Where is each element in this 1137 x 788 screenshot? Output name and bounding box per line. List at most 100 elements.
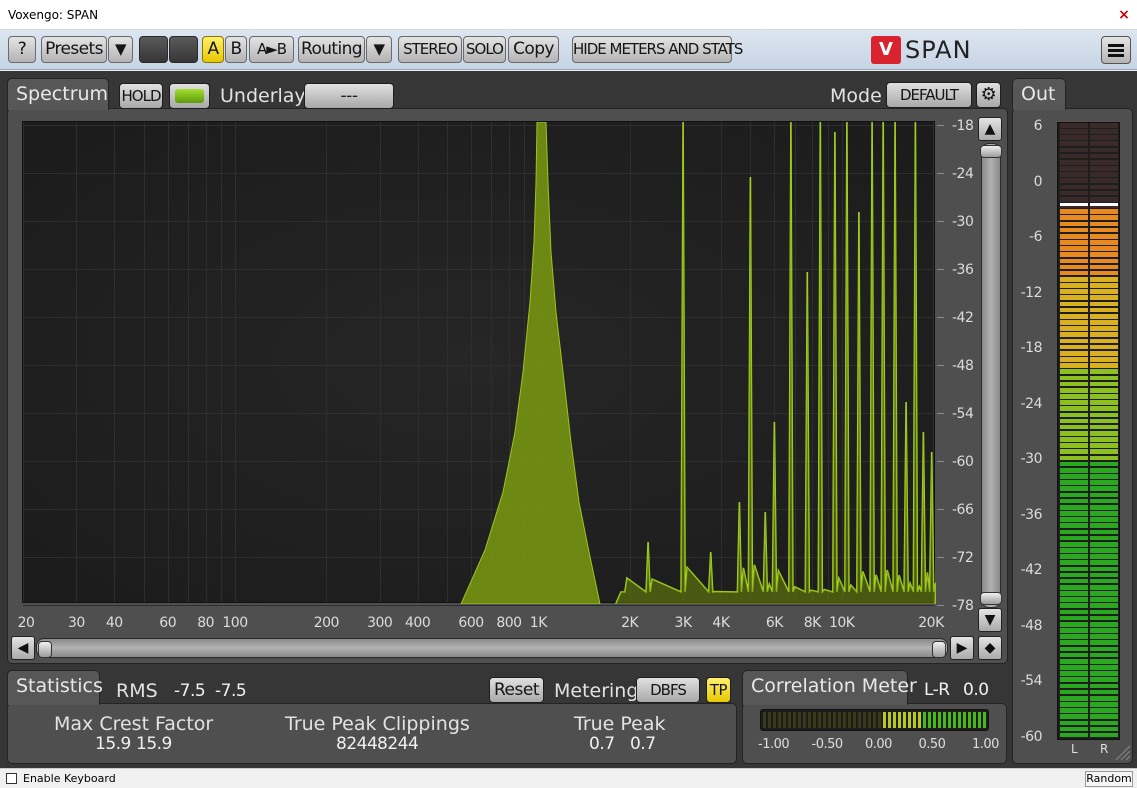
reset-button[interactable]: Reset bbox=[489, 677, 544, 703]
db-tick-label: -24 bbox=[952, 166, 973, 182]
enable-keyboard-checkbox[interactable] bbox=[6, 773, 17, 784]
meter-segment bbox=[1060, 129, 1088, 134]
meter-segment bbox=[1060, 548, 1088, 553]
meter-segment bbox=[1060, 714, 1088, 719]
resize-grip-icon[interactable] bbox=[1112, 742, 1132, 762]
db-tick bbox=[937, 221, 944, 222]
meter-segment bbox=[1090, 603, 1118, 608]
copy-button[interactable]: Copy bbox=[508, 36, 559, 63]
scroll-down-icon[interactable]: ▼ bbox=[978, 608, 1002, 632]
presets-button[interactable]: Presets bbox=[41, 36, 107, 63]
preset-b-button[interactable]: B bbox=[225, 36, 247, 63]
vertical-range-slider[interactable] bbox=[981, 143, 1001, 608]
out-tick-label: 6 bbox=[1016, 118, 1042, 134]
spectrum-graph bbox=[23, 122, 936, 604]
random-button[interactable]: Random bbox=[1085, 771, 1133, 787]
spectrum-plot[interactable] bbox=[22, 121, 935, 603]
correlation-bar bbox=[938, 712, 941, 728]
meter-segment bbox=[1090, 591, 1118, 596]
hide-meters-button[interactable]: HIDE METERS AND STATS bbox=[572, 36, 732, 63]
hold-button[interactable]: HOLD bbox=[119, 83, 163, 109]
meter-segment bbox=[1090, 523, 1118, 528]
meter-segment bbox=[1090, 634, 1118, 639]
tab-statistics[interactable]: Statistics bbox=[7, 670, 100, 705]
meter-segment bbox=[1060, 320, 1088, 325]
redo-button[interactable] bbox=[169, 36, 198, 63]
stereo-button[interactable]: STEREO bbox=[398, 36, 462, 63]
scroll-right-icon[interactable]: ▶ bbox=[950, 636, 974, 660]
meter-segment bbox=[1090, 240, 1118, 245]
db-tick bbox=[937, 125, 944, 126]
meter-segment bbox=[1060, 160, 1088, 165]
settings-gear-icon[interactable]: ⚙ bbox=[976, 82, 1001, 108]
a-to-b-button[interactable]: A►B bbox=[249, 36, 294, 63]
meter-segment bbox=[1060, 308, 1088, 313]
meter-segment bbox=[1060, 449, 1088, 454]
correlation-bar bbox=[798, 712, 801, 728]
range-right-handle[interactable] bbox=[932, 641, 946, 658]
meter-segment bbox=[1060, 351, 1088, 356]
meter-segment bbox=[1090, 684, 1118, 689]
meter-segment bbox=[1090, 690, 1118, 695]
meter-segment bbox=[1060, 486, 1088, 491]
underlay-select[interactable]: --- bbox=[304, 83, 394, 109]
meter-segment bbox=[1090, 702, 1118, 707]
meter-segment bbox=[1060, 677, 1088, 682]
correlation-bar bbox=[813, 712, 816, 728]
undo-button[interactable] bbox=[139, 36, 168, 63]
rms-left: -7.5 bbox=[174, 681, 205, 701]
meter-segment bbox=[1060, 172, 1088, 177]
tab-spectrum[interactable]: Spectrum bbox=[7, 78, 109, 110]
fundamental-peak bbox=[461, 122, 600, 604]
meter-segment bbox=[1060, 431, 1088, 436]
scroll-up-icon[interactable]: ▲ bbox=[978, 117, 1002, 141]
meter-segment bbox=[1090, 443, 1118, 448]
meter-segment bbox=[1060, 468, 1088, 473]
correlation-bar bbox=[948, 712, 951, 728]
mode-select[interactable]: DEFAULT bbox=[886, 82, 972, 108]
meter-segment bbox=[1090, 357, 1118, 362]
presets-dropdown-icon[interactable]: ▼ bbox=[108, 36, 133, 63]
help-button[interactable]: ? bbox=[8, 36, 36, 63]
preset-a-button[interactable]: A bbox=[202, 36, 224, 63]
meter-segment bbox=[1060, 326, 1088, 331]
range-top-handle[interactable] bbox=[980, 145, 1002, 158]
meter-segment bbox=[1060, 234, 1088, 239]
meter-segment bbox=[1090, 376, 1118, 381]
true-peak-toggle[interactable]: TP bbox=[706, 677, 731, 703]
hold-toggle[interactable] bbox=[169, 83, 210, 109]
meter-segment bbox=[1060, 271, 1088, 276]
range-left-handle[interactable] bbox=[38, 641, 52, 658]
meter-segment bbox=[1090, 129, 1118, 134]
correlation-bar bbox=[833, 712, 836, 728]
freq-tick-label: 80 bbox=[197, 615, 214, 631]
routing-dropdown-icon[interactable]: ▼ bbox=[366, 36, 392, 63]
meter-segment bbox=[1060, 382, 1088, 387]
reset-zoom-icon[interactable]: ◆ bbox=[978, 636, 1002, 660]
meter-segment bbox=[1090, 721, 1118, 726]
title-bar: Voxengo: SPAN × bbox=[0, 0, 1137, 30]
tab-out[interactable]: Out bbox=[1012, 78, 1066, 110]
out-tick-label: -48 bbox=[1016, 618, 1042, 634]
hamburger-menu-icon[interactable] bbox=[1101, 36, 1131, 64]
correlation-bar bbox=[978, 712, 981, 728]
meter-left-channel bbox=[1060, 123, 1088, 739]
scroll-left-icon[interactable]: ◀ bbox=[11, 636, 35, 660]
range-bottom-handle[interactable] bbox=[980, 592, 1002, 605]
routing-button[interactable]: Routing bbox=[298, 36, 365, 63]
db-tick-label: -18 bbox=[952, 118, 973, 134]
correlation-bar bbox=[778, 712, 781, 728]
solo-button[interactable]: SOLO bbox=[463, 36, 506, 63]
correlation-bar bbox=[788, 712, 791, 728]
meter-segment bbox=[1090, 437, 1118, 442]
meter-segment bbox=[1090, 363, 1118, 368]
tab-correlation[interactable]: Correlation Meter bbox=[742, 670, 908, 705]
metering-select[interactable]: DBFS bbox=[636, 677, 700, 703]
close-icon[interactable]: × bbox=[1115, 6, 1133, 24]
correlation-tick-label: -0.50 bbox=[812, 737, 843, 752]
meter-segment bbox=[1090, 382, 1118, 387]
meter-segment bbox=[1090, 628, 1118, 633]
horizontal-range-slider[interactable] bbox=[36, 638, 948, 658]
out-tick-label: -12 bbox=[1016, 285, 1042, 301]
meter-segment bbox=[1060, 191, 1088, 196]
